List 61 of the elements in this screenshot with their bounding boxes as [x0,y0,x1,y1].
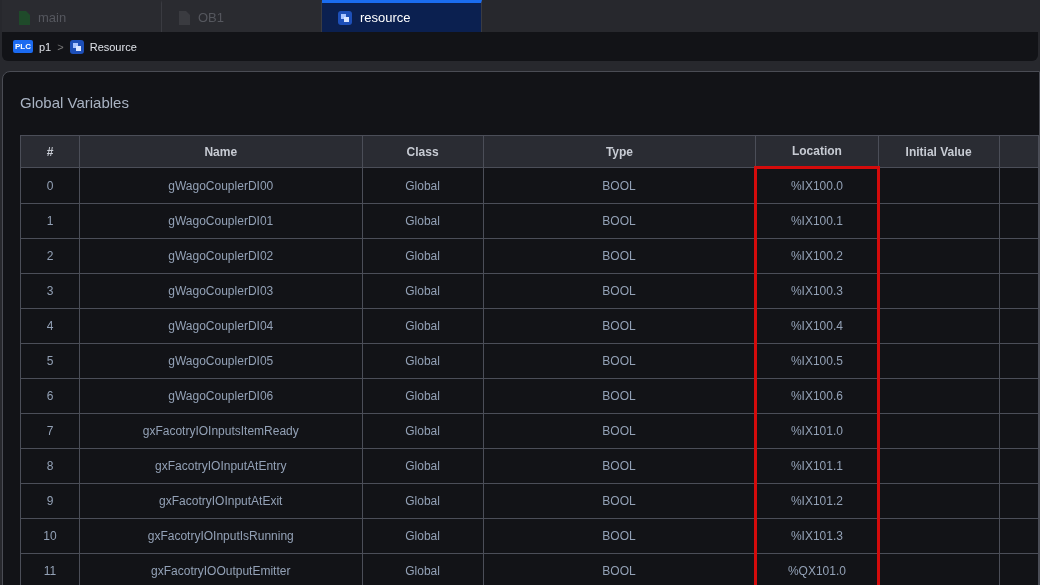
column-header[interactable]: Location [755,135,879,168]
table-cell: 10 [20,518,80,554]
table-cell: Global [362,167,484,204]
table-cell: 0 [20,167,80,204]
table-cell: Global [362,273,484,309]
table-cell: 1 [20,203,80,239]
column-header[interactable]: # [20,135,80,168]
column-header[interactable]: Name [79,135,362,168]
stack-icon [69,39,84,54]
table-cell: 2 [20,238,80,274]
table-cell: %IX101.1 [755,448,879,484]
table-cell: 9 [20,483,80,519]
table-cell: Global [362,308,484,344]
table-cell: gxFacotryIOInputAtEntry [79,448,362,484]
table-cell: 6 [20,378,80,414]
file-icon [18,10,30,25]
table-cell: Global [362,518,484,554]
table-cell: gWagoCouplerDI00 [79,167,362,204]
panel-title: Global Variables [20,93,130,113]
table-cell: gxFacotryIOInputAtExit [79,483,362,519]
table-cell: Global [362,448,484,484]
table-cell: Global [362,203,484,239]
breadcrumb-separator: > [57,40,64,53]
table-cell: gxFacotryIOInputsItemReady [79,413,362,449]
table-cell: gWagoCouplerDI01 [79,203,362,239]
table-cell: %IX100.0 [755,167,879,204]
breadcrumb-item[interactable]: Resource [89,40,137,53]
table-cell: %IX100.6 [755,378,879,414]
table-cell: Global [362,238,484,274]
table-cell: Global [362,343,484,379]
table-cell: gxFacotryIOInputIsRunning [79,518,362,554]
breadcrumb-item[interactable]: p1 [39,40,52,53]
column-header[interactable]: Type [483,135,756,168]
table-cell: 11 [20,553,80,585]
table-cell: %IX101.0 [755,413,879,449]
editor-tab[interactable]: resource [322,0,482,32]
table-cell: 3 [20,273,80,309]
table-cell: gWagoCouplerDI03 [79,273,362,309]
table-cell: 5 [20,343,80,379]
table-cell: Global [362,378,484,414]
column-header[interactable]: Initial Value [878,135,1000,168]
plc-badge: PLC [13,40,33,53]
table-cell: gWagoCouplerDI06 [79,378,362,414]
table-cell: gWagoCouplerDI02 [79,238,362,274]
table-cell: Global [362,483,484,519]
table-cell: 4 [20,308,80,344]
table-cell: gWagoCouplerDI04 [79,308,362,344]
table-cell: %IX100.2 [755,238,879,274]
table-cell: 8 [20,448,80,484]
table-cell: %QX101.0 [755,553,879,585]
table-cell: %IX101.3 [755,518,879,554]
table-cell: %IX101.2 [755,483,879,519]
table-cell: %IX100.3 [755,273,879,309]
column-header[interactable]: Class [362,135,484,168]
table-cell: %IX100.4 [755,308,879,344]
table-cell: gWagoCouplerDI05 [79,343,362,379]
table-cell: 7 [20,413,80,449]
table-cell: %IX100.1 [755,203,879,239]
table-cell: Global [362,413,484,449]
stack-icon [338,10,352,25]
table-cell: %IX100.5 [755,343,879,379]
